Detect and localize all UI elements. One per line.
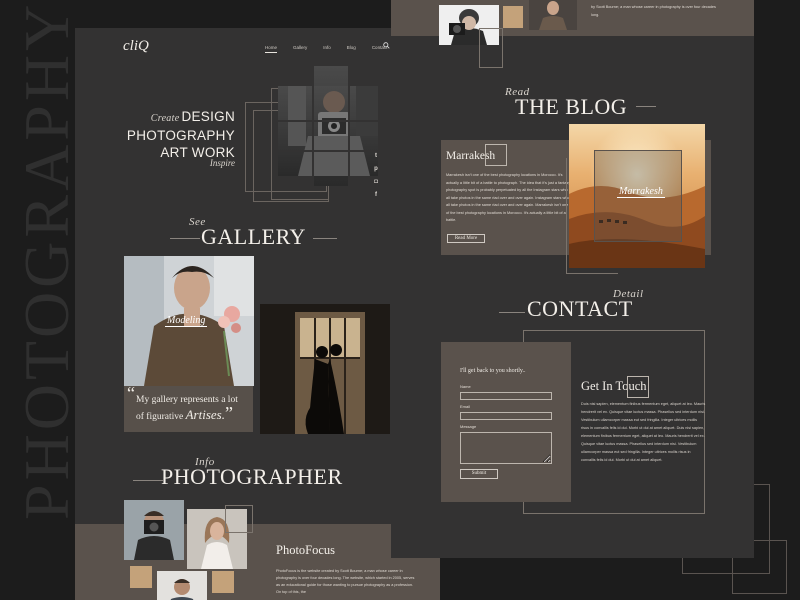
logo[interactable]: cliQ	[123, 38, 149, 55]
gallery-heading: See GALLERY	[189, 216, 306, 250]
tan-accent-square	[130, 566, 152, 588]
gallery-quote: “ My gallery represents a lot of figurat…	[124, 383, 253, 432]
name-label: Name	[460, 384, 471, 389]
photographer-title: PHOTOGRAPHER	[161, 464, 343, 489]
top-woman-image[interactable]	[529, 0, 577, 30]
gallery-image-label: Modeling	[165, 315, 208, 327]
get-in-touch-description: Duis nisi sapien, elementum finibus ferm…	[581, 402, 706, 462]
name-input[interactable]	[460, 392, 552, 400]
gallery-quote-script: Artises.	[185, 407, 225, 422]
photographer-man-image[interactable]	[157, 571, 207, 600]
instagram-icon[interactable]: ◘	[372, 179, 380, 185]
blog-script-read: Read	[505, 86, 530, 98]
submit-button[interactable]: Submit	[460, 469, 498, 479]
photographer-frame-outline	[225, 505, 253, 533]
nav-info[interactable]: Info	[323, 45, 331, 53]
blog-image-label: Marrakesh	[617, 186, 665, 198]
email-label: Email	[460, 404, 471, 409]
divider-line	[170, 238, 200, 239]
photographer-camera-image[interactable]	[124, 500, 184, 560]
photographer-heading: Info PHOTOGRAPHER	[161, 456, 343, 490]
hero-line-photography: PHOTOGRAPHY	[126, 128, 235, 143]
hero-script-create: Create	[150, 113, 180, 124]
blog-outline	[566, 158, 618, 274]
blog-post-excerpt: Marrakesh isn't one of the best photogra…	[446, 173, 571, 222]
open-quote-mark: “	[127, 383, 135, 403]
gallery-title: GALLERY	[201, 224, 306, 249]
hero-photographer-image	[278, 66, 378, 186]
photographer-description: PhotoFocus is the website created by Sco…	[276, 569, 415, 594]
message-label: Message	[460, 424, 477, 429]
hero-heading: Create DESIGN PHOTOGRAPHY ART WORK Inspir…	[125, 108, 235, 168]
gallery-quote-line2: of figurative	[136, 412, 184, 422]
inner-page-mockup: by Scott Bourne; a man whose career in p…	[391, 0, 754, 558]
photographer-name: PhotoFocus	[276, 543, 336, 557]
contact-script-detail: Detail	[613, 288, 644, 300]
gallery-couple-image[interactable]	[260, 304, 390, 434]
search-icon[interactable]	[383, 42, 390, 49]
top-frame-outline	[479, 28, 503, 68]
nav-blog[interactable]: Blog	[347, 45, 356, 53]
pinterest-icon[interactable]: p	[372, 166, 380, 172]
close-quote-mark: ”	[224, 403, 233, 423]
gallery-script-see: See	[189, 216, 206, 228]
divider-line	[313, 238, 337, 239]
facebook-icon[interactable]: f	[372, 192, 380, 198]
get-in-touch-frame	[627, 376, 649, 398]
photographer-script-info: Info	[195, 456, 215, 468]
message-textarea[interactable]	[460, 432, 552, 464]
divider-line	[636, 106, 656, 107]
homepage-mockup: cliQ Home Gallery Info Blog Contact Crea…	[75, 28, 440, 600]
blog-title-frame	[485, 144, 507, 166]
read-more-button[interactable]: Read More	[447, 234, 485, 243]
blog-heading: Read THE BLOG	[505, 86, 628, 120]
divider-line	[133, 480, 163, 481]
contact-heading: Detail CONTACT	[527, 288, 643, 322]
contact-form-heading: I'll get back to you shortly..	[460, 368, 526, 374]
divider-line	[499, 312, 525, 313]
social-links: t p ◘ f	[372, 153, 380, 205]
email-input[interactable]	[460, 412, 552, 420]
hero-line-design: DESIGN	[181, 109, 235, 124]
tan-accent-square	[503, 6, 523, 28]
background-watermark-text: PHOTOGRAPHY	[11, 0, 82, 520]
blog-title: THE BLOG	[515, 94, 628, 119]
nav-home[interactable]: Home	[265, 45, 278, 53]
twitter-icon[interactable]: t	[372, 153, 380, 159]
tan-accent-square	[212, 571, 234, 593]
top-description: by Scott Bourne; a man whose career in p…	[591, 5, 716, 17]
nav-gallery[interactable]: Gallery	[293, 45, 307, 53]
